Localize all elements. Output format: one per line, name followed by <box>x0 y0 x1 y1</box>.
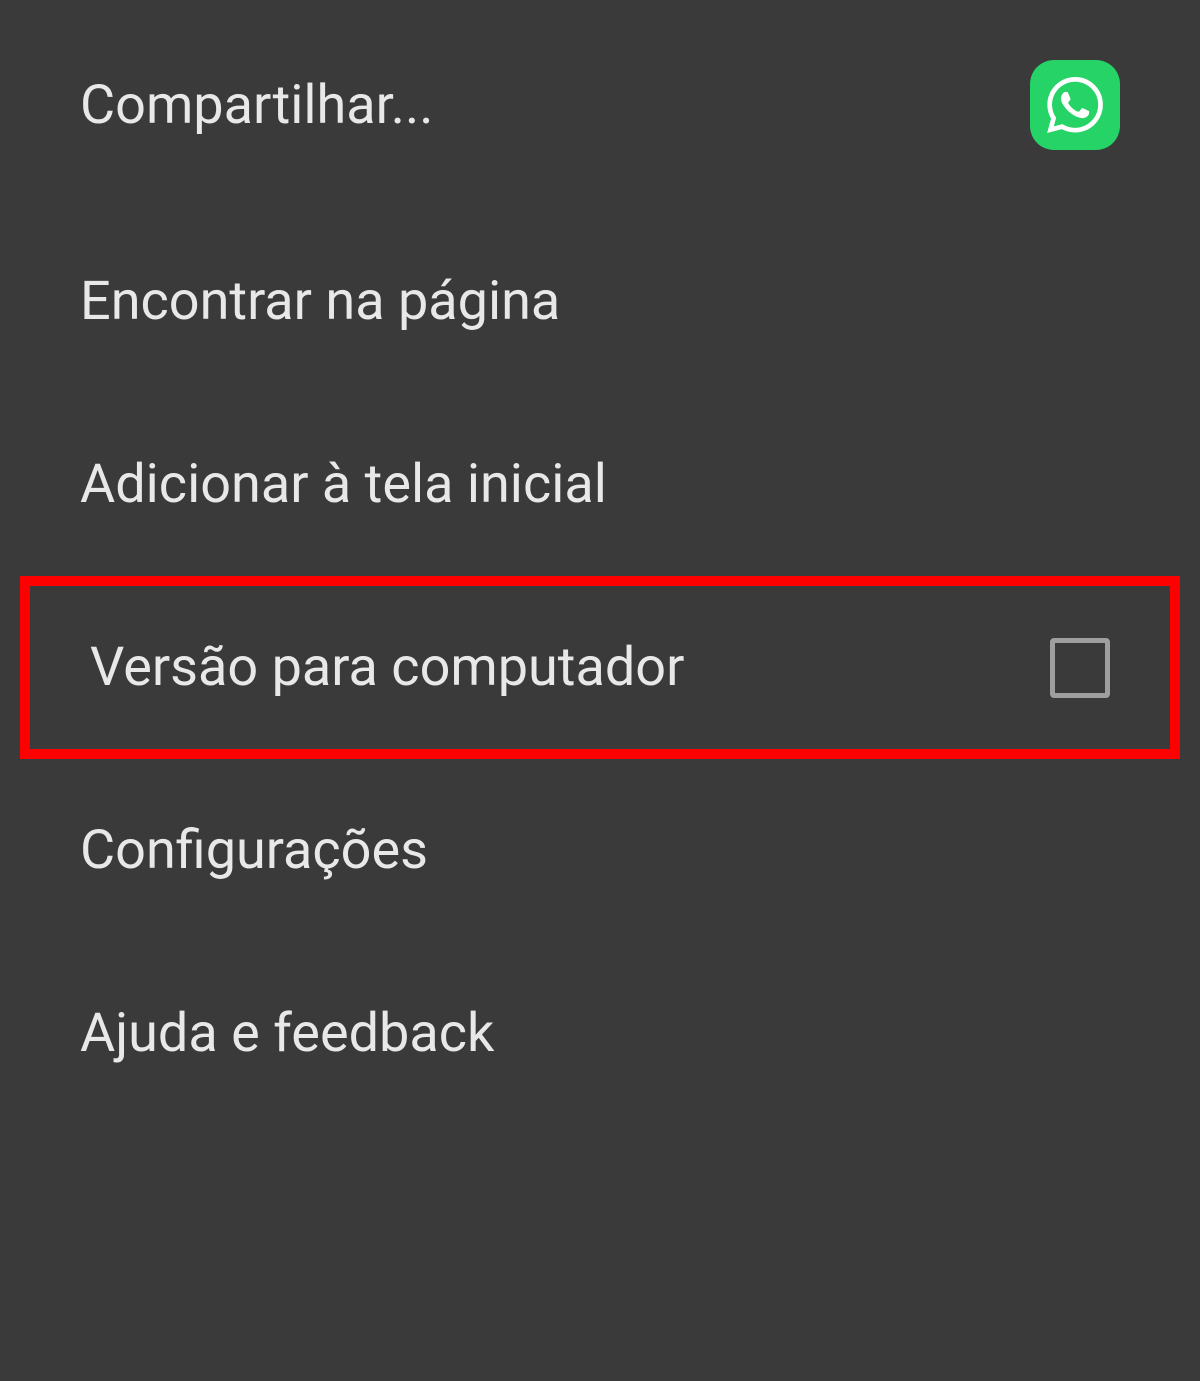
menu-item-settings[interactable]: Configurações <box>0 759 1200 942</box>
menu-item-label: Ajuda e feedback <box>80 1002 494 1065</box>
desktop-version-checkbox[interactable] <box>1050 638 1110 698</box>
menu-item-label: Configurações <box>80 819 428 882</box>
menu-item-label: Versão para computador <box>90 636 684 699</box>
menu-item-find-in-page[interactable]: Encontrar na página <box>0 210 1200 393</box>
menu-item-label: Adicionar à tela inicial <box>80 453 607 516</box>
menu-item-share[interactable]: Compartilhar... <box>0 0 1200 210</box>
menu-item-label: Compartilhar... <box>80 74 433 137</box>
menu-item-label: Encontrar na página <box>80 270 560 333</box>
browser-menu: Compartilhar... Encontrar na página Adic… <box>0 0 1200 1381</box>
menu-item-help-feedback[interactable]: Ajuda e feedback <box>0 942 1200 1125</box>
menu-item-desktop-version[interactable]: Versão para computador <box>20 576 1180 759</box>
menu-item-add-to-homescreen[interactable]: Adicionar à tela inicial <box>0 393 1200 576</box>
whatsapp-icon <box>1030 60 1120 150</box>
